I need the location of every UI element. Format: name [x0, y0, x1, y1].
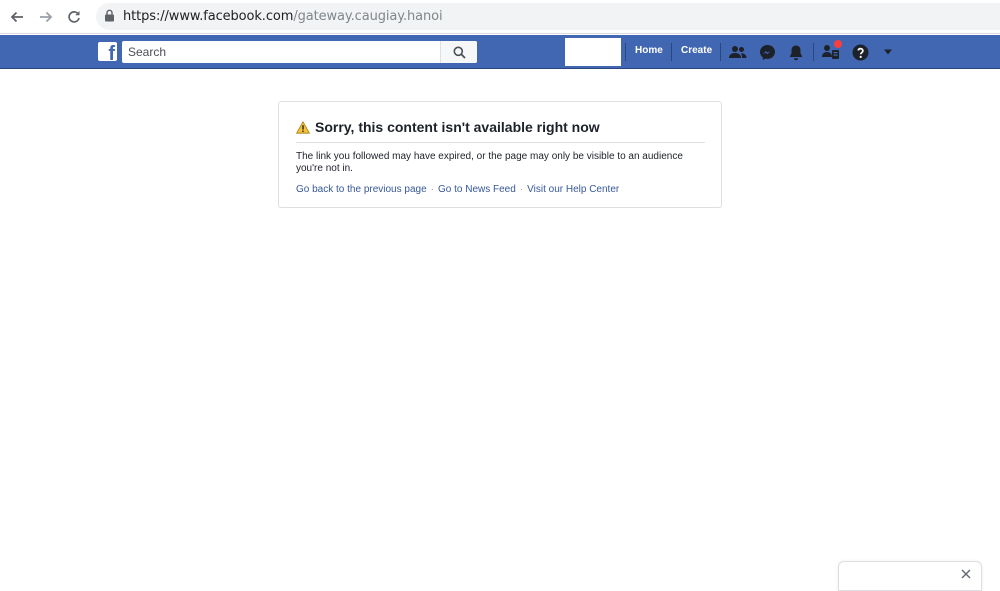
search-button[interactable]	[440, 41, 477, 63]
notifications-button[interactable]	[786, 42, 806, 62]
home-link[interactable]: Home	[635, 45, 663, 56]
back-button[interactable]	[6, 6, 28, 28]
error-links: Go back to the previous page · Go to News …	[296, 184, 619, 195]
chat-close-button[interactable]	[960, 568, 972, 580]
reload-icon	[68, 11, 80, 23]
error-title-row: Sorry, this content isn't available righ…	[296, 119, 600, 135]
browser-toolbar: https://www.facebook.com/gateway.caugiay…	[0, 0, 1000, 34]
messenger-button[interactable]	[757, 42, 777, 62]
messenger-icon	[759, 44, 775, 60]
search-icon	[453, 46, 466, 59]
address-bar[interactable]: https://www.facebook.com/gateway.caugiay…	[96, 3, 1000, 30]
caret-down-icon	[884, 49, 892, 55]
create-link[interactable]: Create	[681, 45, 712, 56]
close-icon	[961, 569, 971, 579]
lock-icon	[105, 9, 114, 22]
forward-arrow-icon	[40, 11, 53, 23]
forward-button[interactable]	[35, 6, 57, 28]
error-title: Sorry, this content isn't available righ…	[315, 119, 600, 135]
facebook-header: f Home Create	[0, 35, 1000, 69]
link-separator: ·	[519, 184, 524, 195]
divider	[720, 43, 721, 61]
url-text: https://www.facebook.com/gateway.caugiay…	[123, 9, 443, 24]
help-button[interactable]	[850, 42, 870, 62]
go-back-link[interactable]: Go back to the previous page	[296, 184, 427, 195]
news-feed-link[interactable]: Go to News Feed	[438, 184, 516, 195]
error-card: Sorry, this content isn't available righ…	[278, 101, 722, 208]
notification-badge	[834, 40, 842, 48]
divider	[625, 43, 626, 61]
account-menu-button[interactable]	[878, 42, 898, 62]
logo-letter: f	[108, 43, 115, 61]
help-question-icon	[852, 44, 868, 60]
notifications-bell-icon	[790, 45, 802, 60]
search-input[interactable]	[122, 41, 440, 63]
divider	[813, 43, 814, 61]
profile-link[interactable]	[565, 38, 621, 66]
error-message: The link you followed may have expired, …	[296, 151, 683, 174]
divider	[296, 142, 705, 143]
link-separator: ·	[430, 184, 434, 195]
warning-icon	[296, 120, 310, 134]
friends-icon	[729, 46, 747, 58]
friend-requests-button[interactable]	[728, 42, 748, 62]
url-main: https://www.facebook.com	[123, 9, 294, 24]
url-path: /gateway.caugiay.hanoi	[293, 9, 443, 24]
back-arrow-icon	[10, 11, 23, 23]
help-center-link[interactable]: Visit our Help Center	[527, 184, 619, 195]
facebook-logo[interactable]: f	[98, 42, 117, 61]
divider	[671, 43, 672, 61]
search-box	[122, 41, 477, 63]
reload-button[interactable]	[63, 6, 85, 28]
